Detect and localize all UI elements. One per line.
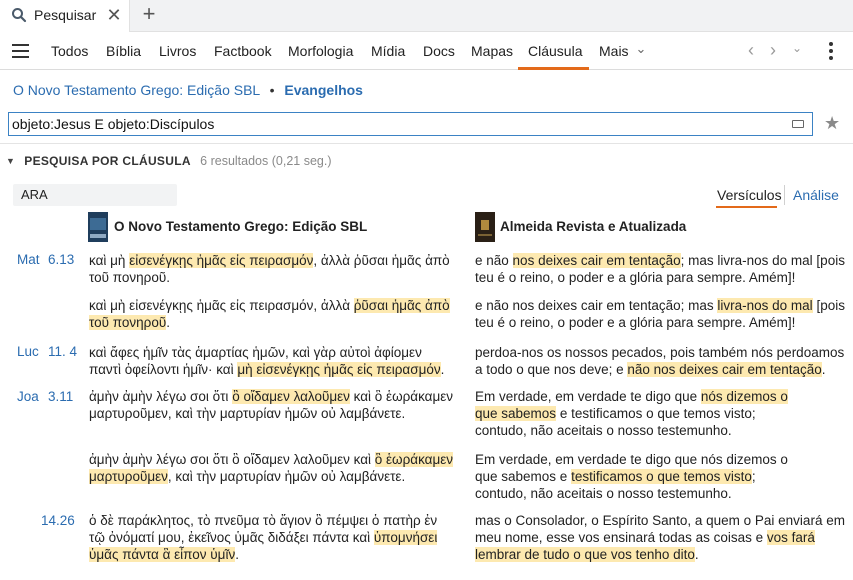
result-ref[interactable]: 3.11	[48, 389, 73, 404]
result-greek-text[interactable]: καὶ ἄφες ἡμῖν τὰς ἁμαρτίας ἡμῶν, καὶ γὰρ…	[89, 344, 454, 378]
result-greek-text[interactable]: ἀμὴν ἀμὴν λέγω σοι ὅτι ὃ οἴδαμεν λαλοῦμε…	[89, 451, 454, 485]
menu-item-biblia[interactable]: Bíblia	[106, 43, 141, 59]
text-segment: e não	[475, 253, 513, 268]
result-book[interactable]: Joa	[17, 389, 39, 404]
text-segment: καὶ μὴ	[89, 253, 130, 268]
menu-item-midia[interactable]: Mídia	[371, 43, 405, 59]
result-portuguese-text[interactable]: perdoa-nos os nossos pecados, pois també…	[475, 344, 845, 378]
menu-item-todos[interactable]: Todos	[51, 43, 88, 59]
text-segment: .	[440, 362, 445, 377]
text-segment: Em verdade, em verdade te digo que	[475, 389, 701, 404]
hamburger-menu-icon[interactable]	[12, 44, 29, 58]
menu-item-factbook[interactable]: Factbook	[214, 43, 272, 59]
view-separator	[784, 185, 785, 205]
text-segment: .	[821, 362, 826, 377]
result-ref[interactable]: 11. 4	[48, 344, 77, 359]
search-icon	[12, 8, 27, 23]
highlighted-clause: ὃ οἴδαμεν λαλοῦμεν	[232, 389, 350, 404]
tab-versiculos[interactable]: Versículos	[717, 187, 782, 203]
result-portuguese-text[interactable]: Em verdade, em verdade te digo que nós d…	[475, 451, 805, 502]
text-segment: .	[166, 315, 171, 330]
column-title-greek[interactable]: O Novo Testamento Grego: Edição SBL	[114, 219, 367, 234]
scope-link[interactable]: Evangelhos	[284, 82, 363, 98]
highlighted-clause: livra-nos do mal	[717, 298, 813, 313]
text-segment: e não nos deixes cair em tentação; mas	[475, 298, 718, 313]
book-cover-sbl-icon	[88, 212, 108, 242]
menu-item-mapas[interactable]: Mapas	[471, 43, 513, 59]
menu-item-livros[interactable]: Livros	[159, 43, 196, 59]
highlighted-clause: εἰσενέγκῃς ἡμᾶς εἰς πειρασμόν	[129, 253, 314, 268]
tab-label: Pesquisar	[34, 7, 97, 23]
highlighted-clause: testificamos o que temos visto	[571, 469, 752, 484]
result-greek-text[interactable]: καὶ μὴ εἰσενέγκῃς ἡμᾶς εἰς πειρασμόν, ἀλ…	[89, 252, 454, 286]
keyboard-icon[interactable]	[792, 120, 804, 128]
collapse-caret-icon[interactable]: ▼	[6, 156, 15, 166]
result-count: 6 resultados (0,21 seg.)	[200, 154, 332, 168]
text-segment: , καὶ τὴν μαρτυρίαν ἡμῶν οὐ λαμβάνετε.	[167, 469, 406, 484]
version-value: ARA	[21, 187, 48, 202]
highlighted-clause: não nos deixes cair em tentação	[627, 362, 822, 377]
text-segment: ἀμὴν ἀμὴν λέγω σοι ὅτι ὃ οἴδαμεν λαλοῦμε…	[89, 452, 375, 467]
resource-link[interactable]: O Novo Testamento Grego: Edição SBL	[13, 82, 260, 98]
chevron-down-icon: ⌄	[635, 41, 647, 56]
close-icon[interactable]: ✕	[104, 5, 124, 25]
search-box	[8, 112, 813, 136]
result-portuguese-text[interactable]: e não nos deixes cair em tentação; mas l…	[475, 252, 845, 286]
result-greek-text[interactable]: καὶ μὴ εἰσενέγκῃς ἡμᾶς εἰς πειρασμόν, ἀλ…	[89, 297, 454, 331]
divider	[0, 143, 853, 144]
section-title: PESQUISA POR CLÁUSULA	[24, 154, 191, 168]
column-title-portuguese[interactable]: Almeida Revista e Atualizada	[500, 219, 686, 234]
menu-item-clausula[interactable]: Cláusula	[528, 43, 582, 59]
menu-item-mais-label: Mais	[599, 43, 629, 59]
tab-search[interactable]: Pesquisar ✕	[0, 0, 130, 32]
text-segment: καὶ μὴ εἰσενέγκῃς ἡμᾶς εἰς πειρασμόν, ἀλ…	[89, 298, 354, 313]
breadcrumb: O Novo Testamento Grego: Edição SBL • Ev…	[13, 82, 363, 98]
history-dropdown-icon[interactable]: ⌄	[792, 41, 802, 55]
section-header[interactable]: ▼ PESQUISA POR CLÁUSULA 6 resultados (0,…	[6, 154, 331, 168]
menu-item-morfologia[interactable]: Morfologia	[288, 43, 353, 59]
text-segment: .	[235, 547, 239, 562]
result-portuguese-text[interactable]: mas o Consolador, o Espírito Santo, a qu…	[475, 512, 847, 563]
result-ref[interactable]: 6.13	[48, 252, 74, 267]
book-cover-ara-icon	[475, 212, 495, 242]
tab-strip: Pesquisar ✕ +	[0, 0, 853, 32]
result-greek-text[interactable]: ὁ δὲ παράκλητος, τὸ πνεῦμα τὸ ἅγιον ὃ πέ…	[89, 512, 454, 563]
breadcrumb-separator: •	[269, 82, 275, 98]
forward-arrow-icon[interactable]: ›	[770, 40, 776, 61]
text-segment: .	[694, 547, 699, 562]
result-ref[interactable]: 14.26	[41, 513, 75, 528]
result-portuguese-text[interactable]: e não nos deixes cair em tentação; mas l…	[475, 297, 845, 331]
result-portuguese-text[interactable]: Em verdade, em verdade te digo que nós d…	[475, 388, 805, 439]
menu-item-docs[interactable]: Docs	[423, 43, 455, 59]
menu-item-mais[interactable]: Mais ⌄	[599, 41, 647, 60]
more-options-icon[interactable]	[828, 42, 834, 60]
version-input[interactable]: ARA	[13, 184, 177, 206]
highlighted-clause: μὴ εἰσενέγκῃς ἡμᾶς εἰς πειρασμόν	[237, 362, 441, 377]
active-view-indicator	[716, 206, 777, 208]
highlighted-clause: nos deixes cair em tentação	[512, 253, 681, 268]
result-book[interactable]: Luc	[17, 344, 39, 359]
back-arrow-icon[interactable]: ‹	[748, 40, 754, 61]
tab-analise[interactable]: Análise	[793, 187, 839, 203]
add-tab-button[interactable]: +	[138, 3, 160, 27]
text-segment: ἀμὴν ἀμὴν λέγω σοι ὅτι	[89, 389, 233, 404]
menu-bar: Todos Bíblia Livros Factbook Morfologia …	[0, 32, 853, 70]
search-input[interactable]	[12, 115, 782, 133]
result-book[interactable]: Mat	[17, 252, 40, 267]
star-icon[interactable]: ★	[824, 113, 840, 134]
active-tab-indicator	[518, 67, 589, 70]
result-greek-text[interactable]: ἀμὴν ἀμὴν λέγω σοι ὅτι ὃ οἴδαμεν λαλοῦμε…	[89, 388, 454, 422]
